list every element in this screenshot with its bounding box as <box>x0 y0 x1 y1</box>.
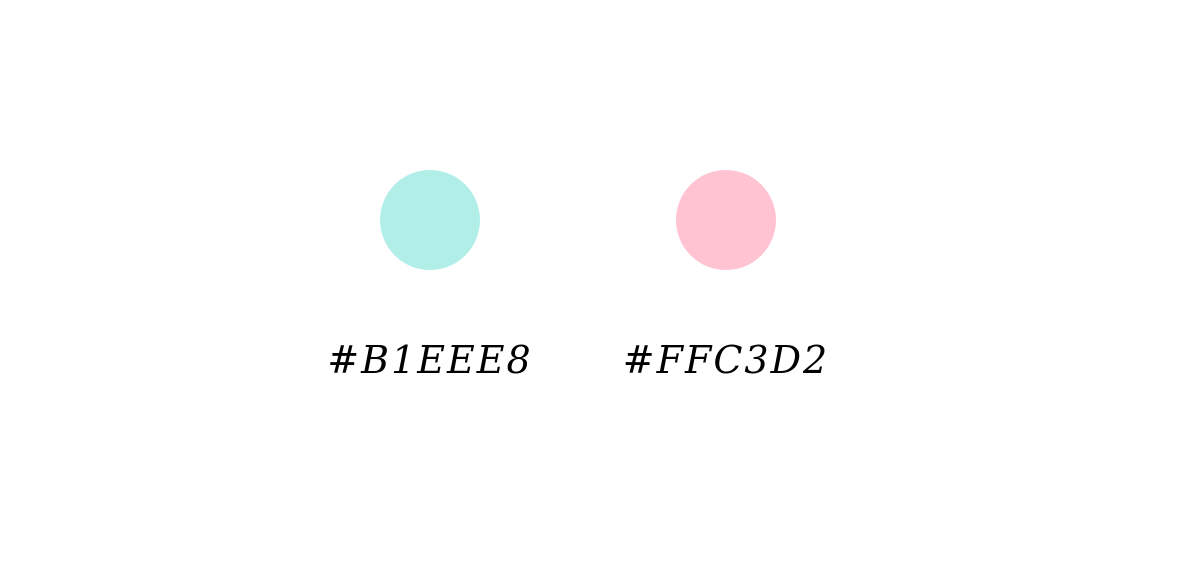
hex-code-label-pink: #FFC3D2 <box>622 338 830 382</box>
color-swatch-pink <box>676 170 776 270</box>
color-palette: #B1EEE8 #FFC3D2 <box>0 0 1200 570</box>
hex-code-label-mint: #B1EEE8 <box>327 338 533 382</box>
color-swatch-mint <box>380 170 480 270</box>
